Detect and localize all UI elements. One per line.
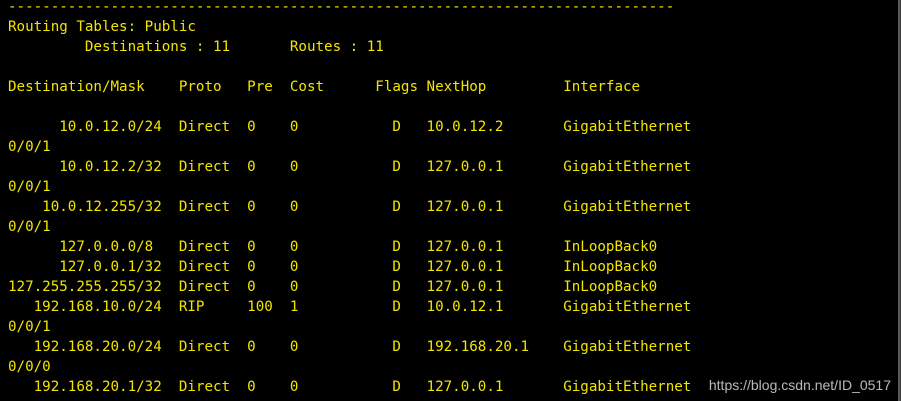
routing-table-title: Routing Tables: Public	[8, 19, 196, 35]
table-row: 10.0.12.255/32 Direct 0 0 D 127.0.0.1 Gi…	[8, 199, 692, 215]
table-row-continuation: 0/0/1	[8, 319, 51, 335]
table-row-continuation: 0/0/1	[8, 139, 51, 155]
table-header: Destination/Mask Proto Pre Cost Flags Ne…	[8, 79, 641, 95]
table-row: 192.168.10.0/24 RIP 100 1 D 10.0.12.1 Gi…	[8, 299, 692, 315]
watermark-text: https://blog.csdn.net/ID_0517	[708, 377, 891, 393]
table-row: 10.0.12.0/24 Direct 0 0 D 10.0.12.2 Giga…	[8, 119, 692, 135]
table-row-continuation: 0/0/0	[8, 359, 51, 375]
table-row: 192.168.20.0/24 Direct 0 0 D 192.168.20.…	[8, 339, 692, 355]
terminal-output: ----------------------------------------…	[8, 0, 691, 397]
table-row: 127.0.0.1/32 Direct 0 0 D 127.0.0.1 InLo…	[8, 259, 658, 275]
routing-table-summary: Destinations : 11 Routes : 11	[8, 39, 384, 55]
table-row: 10.0.12.2/32 Direct 0 0 D 127.0.0.1 Giga…	[8, 159, 692, 175]
table-row: 127.0.0.0/8 Direct 0 0 D 127.0.0.1 InLoo…	[8, 239, 658, 255]
table-row-continuation: 0/0/1	[8, 219, 51, 235]
table-row-continuation: 0/0/1	[8, 179, 51, 195]
table-row: 192.168.20.1/32 Direct 0 0 D 127.0.0.1 G…	[8, 379, 692, 395]
table-row: 127.255.255.255/32 Direct 0 0 D 127.0.0.…	[8, 279, 658, 295]
window-edge	[898, 0, 900, 401]
terminal-window[interactable]: ----------------------------------------…	[0, 0, 901, 401]
separator-line: ----------------------------------------…	[8, 0, 675, 15]
